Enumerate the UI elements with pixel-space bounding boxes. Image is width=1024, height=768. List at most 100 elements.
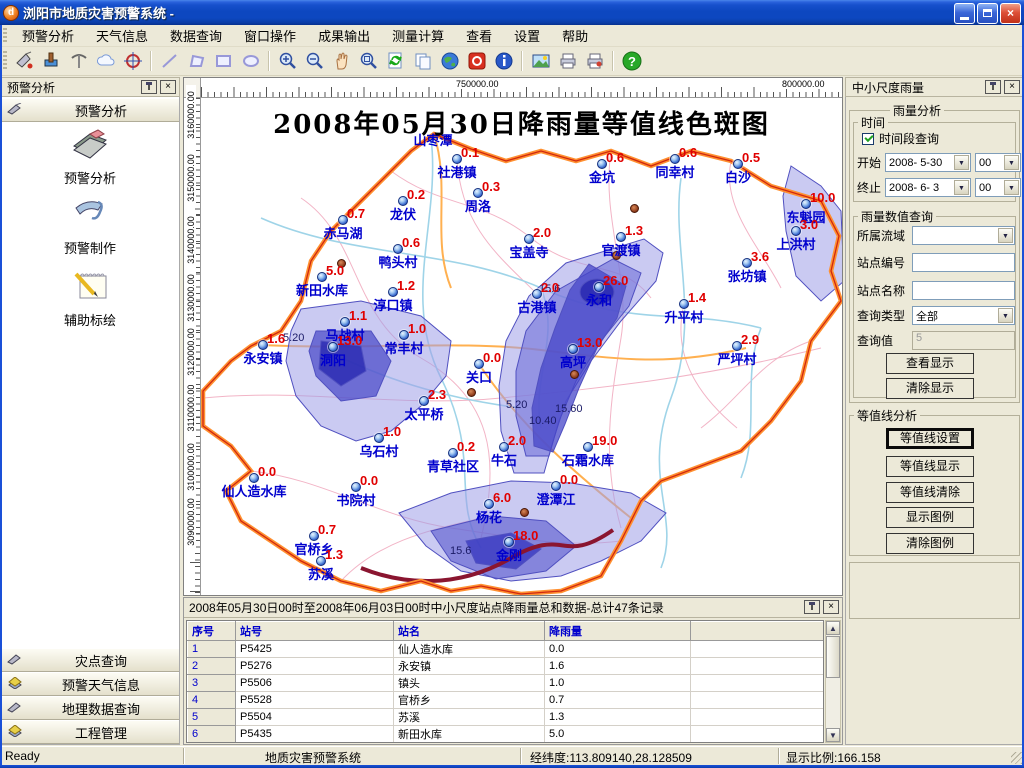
close-button[interactable]: × [1000,3,1021,24]
group-disaster-query[interactable]: 灾点查询 [1,648,179,672]
pan-hand-icon[interactable] [329,49,354,74]
minimize-button[interactable] [954,3,975,24]
global-view-icon[interactable] [437,49,462,74]
start-date-select[interactable]: 2008- 5-30 ▼ [885,153,971,172]
export-image-icon[interactable] [528,49,553,74]
tool-warning-analysis[interactable]: 预警分析 [1,126,179,187]
station-name-label: 永安镇 [218,348,308,367]
chevron-down-icon[interactable]: ▼ [954,155,969,170]
toolbar-grip[interactable] [3,51,7,71]
map-canvas[interactable]: 5.205.2015.6010.4015.615.60.1社港镇0.3周洛0.2… [201,98,842,595]
menu-item-1[interactable]: 预警分析 [11,24,85,47]
measure-pick-icon[interactable] [66,49,91,74]
station-name-label: 龙伏 [358,204,448,223]
chevron-down-icon[interactable]: ▼ [998,308,1013,323]
table-column-header[interactable]: 站号 [236,622,394,641]
scroll-thumb[interactable] [826,636,840,678]
restore-button[interactable] [977,3,998,24]
table-cell-filler [691,658,824,675]
cloud-icon[interactable] [93,49,118,74]
table-column-header[interactable]: 序号 [188,622,236,641]
group-warning-weather[interactable]: 预警天气信息 [1,672,179,696]
scroll-up-icon[interactable]: ▲ [826,621,840,635]
print-preview-icon[interactable] [582,49,607,74]
chevron-down-icon[interactable]: ▼ [954,180,969,195]
table-cell: 永安镇 [394,658,545,675]
menubar-grip[interactable] [3,28,7,43]
time-range-checkbox-row[interactable]: 时间段查询 [862,130,939,147]
table-row[interactable]: 1P5425仙人造水库0.0 [188,641,824,658]
station-rainfall-value: 1.6 [267,331,285,346]
close-panel-button[interactable]: × [823,600,839,614]
table-cell-filler [691,675,824,692]
contour-show-button[interactable]: 等值线显示 [886,456,974,477]
tool-aux-plotting[interactable]: 辅助标绘 [1,266,179,329]
start-hour-select[interactable]: 00 ▼ [975,153,1021,172]
legend-show-button[interactable]: 显示图例 [886,507,974,528]
end-date-select[interactable]: 2008- 6- 3 ▼ [885,178,971,197]
group-project-management[interactable]: 工程管理 [1,720,179,744]
print-icon[interactable] [555,49,580,74]
table-row[interactable]: 4P5528官桥乡0.7 [188,692,824,709]
menu-item-8[interactable]: 设置 [503,24,551,47]
menu-item-3[interactable]: 数据查询 [159,24,233,47]
menu-item-4[interactable]: 窗口操作 [233,24,307,47]
basin-select[interactable]: ▼ [912,226,1015,245]
pin-button[interactable] [804,600,820,614]
menu-item-5[interactable]: 成果输出 [307,24,381,47]
stop-icon[interactable] [464,49,489,74]
chevron-down-icon[interactable]: ▼ [998,228,1013,243]
table-cell: P5425 [236,641,394,658]
query-type-select[interactable]: 全部 ▼ [912,306,1015,325]
table-scrollbar[interactable]: ▲ ▼ [825,620,841,743]
weather-tool-icon[interactable] [39,49,64,74]
contour-clear-button[interactable]: 等值线清除 [886,482,974,503]
info-icon[interactable] [491,49,516,74]
station-id-input[interactable] [912,253,1015,272]
pin-button[interactable] [985,80,1001,94]
rainfall-table[interactable]: 序号站号站名降雨量 1P5425仙人造水库0.02P5276永安镇1.63P55… [186,620,824,743]
table-row[interactable]: 6P5435新田水库5.0 [188,726,824,743]
help-icon[interactable]: ? [619,49,644,74]
warning-analysis-icon[interactable] [12,49,37,74]
locate-target-icon[interactable] [120,49,145,74]
menu-item-2[interactable]: 天气信息 [85,24,159,47]
query-value-input[interactable]: 5 [912,331,1015,350]
table-row[interactable]: 3P5506镇头1.0 [188,675,824,692]
draw-ellipse-icon[interactable] [238,49,263,74]
chevron-down-icon[interactable]: ▼ [1004,180,1019,195]
copy-view-icon[interactable] [410,49,435,74]
time-range-checkbox[interactable] [862,133,874,145]
menu-item-9[interactable]: 帮助 [551,24,599,47]
table-row[interactable]: 5P5504苏溪1.3 [188,709,824,726]
table-row[interactable]: 2P5276永安镇1.6 [188,658,824,675]
clear-display-button[interactable]: 清除显示 [886,378,974,399]
menu-item-7[interactable]: 查看 [455,24,503,47]
table-column-header[interactable]: 降雨量 [545,622,691,641]
pin-button[interactable] [141,80,157,94]
zoom-out-icon[interactable] [302,49,327,74]
draw-line-icon[interactable] [157,49,182,74]
end-hour-select[interactable]: 00 ▼ [975,178,1021,197]
close-panel-button[interactable]: × [1004,80,1020,94]
view-display-button[interactable]: 查看显示 [886,353,974,374]
table-column-header[interactable]: 站名 [394,622,545,641]
menu-item-6[interactable]: 测量计算 [381,24,455,47]
table-cell: 1.6 [545,658,691,675]
table-row[interactable]: 7P5310洞阳13.0 [188,743,824,744]
chevron-down-icon[interactable]: ▼ [1004,155,1019,170]
draw-polygon-icon[interactable] [184,49,209,74]
contour-setting-button[interactable]: 等值线设置 [886,428,974,449]
station-name-input[interactable] [912,281,1015,300]
zoom-window-icon[interactable] [356,49,381,74]
legend-clear-button[interactable]: 清除图例 [886,533,974,554]
tool-warning-production[interactable]: 预警制作 [1,194,179,257]
refresh-map-icon[interactable] [383,49,408,74]
group-geo-data-query[interactable]: 地理数据查询 [1,696,179,720]
zoom-in-icon[interactable] [275,49,300,74]
group-warning-analysis[interactable]: 预警分析 [1,98,179,122]
draw-rectangle-icon[interactable] [211,49,236,74]
close-panel-button[interactable]: × [160,80,176,94]
town-dot [630,204,639,213]
scroll-down-icon[interactable]: ▼ [826,728,840,742]
